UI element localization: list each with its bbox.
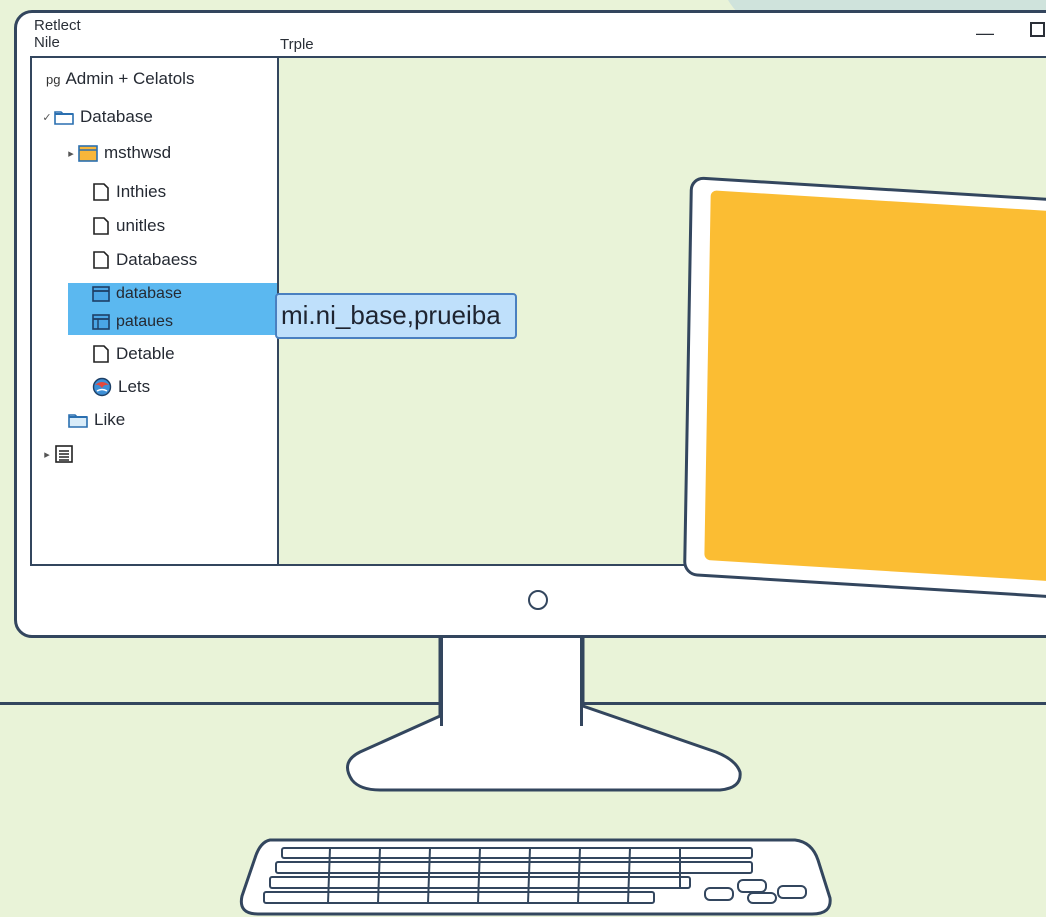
tree-item-detable[interactable]: Detable	[92, 341, 175, 367]
folder-icon	[68, 412, 88, 428]
menu-table[interactable]: Trple	[280, 37, 314, 52]
monitor-neck	[440, 636, 583, 726]
tree-item-label: pataues	[116, 313, 173, 330]
tree-item-label: Detable	[116, 344, 175, 363]
table-icon	[92, 313, 110, 331]
expanded-check-icon[interactable]: ✓	[40, 111, 54, 124]
tree-item-msthwsd[interactable]: ▸ msthwsd	[64, 140, 171, 166]
table-folder-icon	[78, 144, 98, 162]
tree-item-collapsed-list[interactable]: ▸	[40, 441, 80, 467]
tree-item-inthies[interactable]: Inthies	[92, 179, 166, 205]
globe-icon	[92, 377, 112, 397]
tree-item-label: unitles	[116, 216, 166, 235]
rename-input[interactable]: mi.ni_base,prueiba	[275, 293, 517, 339]
power-button-icon	[528, 590, 548, 610]
window-title: Retlect	[34, 17, 81, 34]
chevron-right-icon[interactable]: ▸	[40, 448, 54, 461]
tree-item-label: Like	[94, 410, 126, 429]
tablet-device	[683, 176, 1046, 602]
keyboard	[239, 838, 832, 916]
database-icon	[92, 285, 110, 303]
tree-item-label: Database	[80, 107, 153, 126]
illustration-canvas: Retlect Nile Trple — pg Admin + Celatols…	[0, 0, 1046, 917]
pg-icon: pg	[46, 71, 61, 87]
tree-root[interactable]: pg Admin + Celatols	[46, 66, 194, 92]
file-icon	[92, 216, 110, 236]
tree-item-like[interactable]: Like	[68, 407, 125, 433]
file-icon	[92, 182, 110, 202]
tree-root-label: Admin + Celatols	[65, 69, 195, 88]
tablet-screen	[704, 190, 1046, 585]
menu-file[interactable]: Nile	[34, 35, 60, 50]
maximize-button[interactable]	[1030, 22, 1045, 37]
tree-item-databaess[interactable]: Databaess	[92, 247, 197, 273]
tree-item-label: Inthies	[116, 182, 167, 201]
tree-item-label: Databaess	[116, 250, 198, 269]
file-icon	[92, 344, 110, 364]
minimize-button[interactable]: —	[976, 24, 994, 42]
list-icon	[54, 444, 74, 464]
object-browser-sidebar: pg Admin + Celatols ✓ Database ▸ msthwsd…	[32, 58, 279, 564]
tree-item-label: msthwsd	[104, 143, 172, 162]
tree-item-lets[interactable]: Lets	[92, 374, 150, 400]
tree-item-database-group[interactable]: ✓ Database	[40, 104, 153, 130]
tree-item-database[interactable]: database	[92, 281, 182, 307]
window-title-bar: Retlect Nile Trple —	[30, 12, 1045, 54]
tree-item-label: Lets	[118, 377, 151, 396]
tree-item-label: database	[116, 285, 182, 302]
tree-item-pataues[interactable]: pataues	[92, 309, 173, 335]
tree-item-unitles[interactable]: unitles	[92, 213, 165, 239]
chevron-right-icon[interactable]: ▸	[64, 147, 78, 160]
file-icon	[92, 250, 110, 270]
folder-icon	[54, 109, 74, 125]
